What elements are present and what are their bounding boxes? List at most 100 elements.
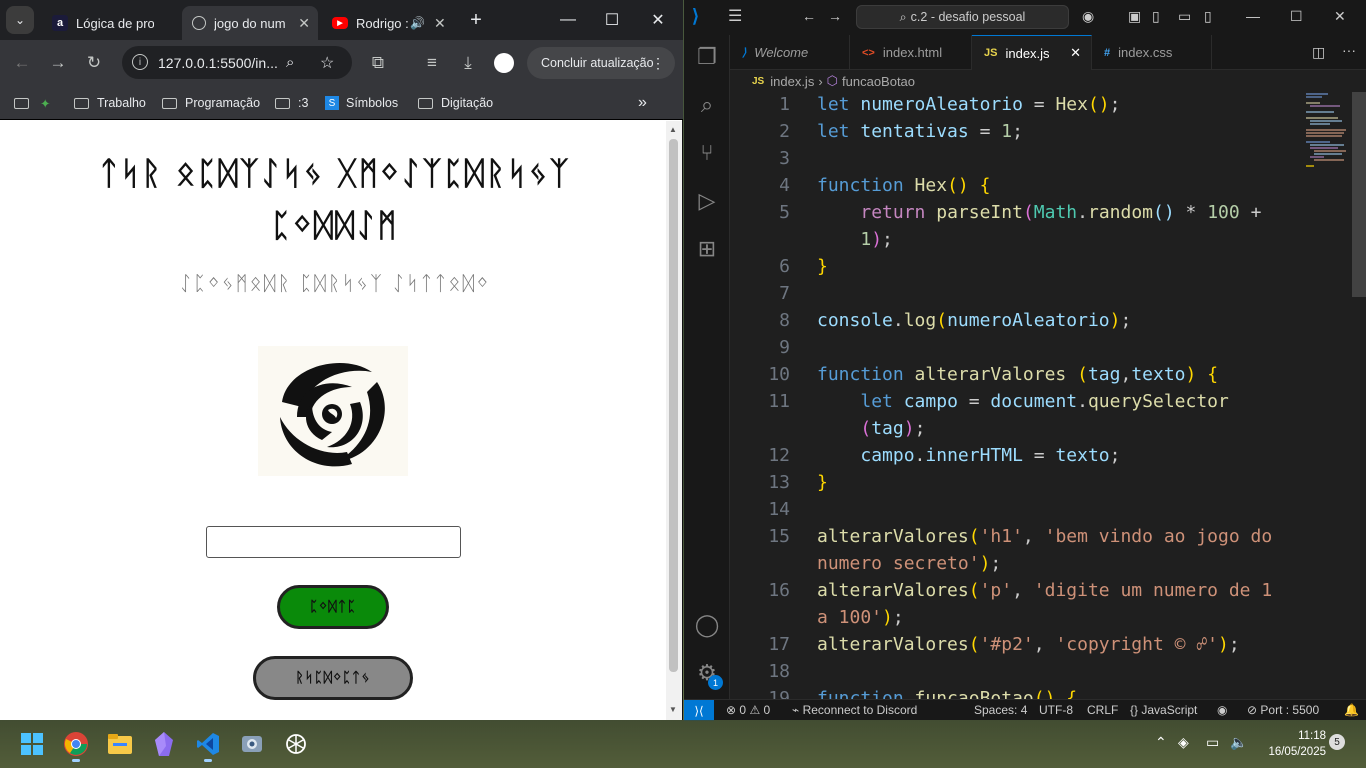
- close-tab-icon[interactable]: ✕: [298, 15, 310, 32]
- minimize-button[interactable]: —: [548, 4, 588, 36]
- port-icon: ⊘: [1247, 703, 1258, 717]
- search-icon[interactable]: ⌕: [693, 91, 721, 119]
- extensions-puzzle-icon[interactable]: ⧉: [364, 49, 392, 77]
- account-icon[interactable]: ◯: [693, 611, 721, 639]
- page-scrollbar[interactable]: ▲ ▼: [666, 121, 682, 720]
- vpn-icon[interactable]: ◈: [1178, 734, 1189, 751]
- close-window-button[interactable]: ✕: [638, 4, 678, 36]
- forward-arrow-icon[interactable]: →: [828, 8, 842, 24]
- update-button[interactable]: Concluir atualização ⋮: [527, 47, 675, 79]
- tab-welcome[interactable]: ⟩ Welcome: [730, 35, 850, 70]
- bookmark-folder-root[interactable]: [14, 93, 37, 113]
- bookmark-programacao[interactable]: Programação: [162, 93, 260, 113]
- chrome-tab-logica[interactable]: a Lógica de pro: [42, 6, 178, 40]
- bookmark-3[interactable]: :3: [275, 93, 308, 113]
- editor-scrollbar[interactable]: [1352, 92, 1366, 699]
- code-editor[interactable]: 1 2 3 4 5 6 7 8 9 10 11 12 13 14 15 16 1…: [730, 92, 1306, 699]
- scroll-down-icon[interactable]: ▼: [669, 705, 677, 714]
- toggle-secondary-sidebar-icon[interactable]: ▯: [1204, 8, 1212, 25]
- tray-chevron-up-icon[interactable]: ⌃: [1155, 734, 1167, 751]
- bookmark-digitacao[interactable]: Digitação: [418, 93, 493, 113]
- back-arrow-icon[interactable]: ←: [802, 8, 816, 24]
- swirl-logo-icon: [258, 346, 408, 476]
- taskbar-chrome[interactable]: [58, 726, 94, 762]
- copilot-status-icon[interactable]: ◉: [1217, 703, 1227, 717]
- eol-status[interactable]: CRLF: [1087, 703, 1118, 717]
- breadcrumb-file[interactable]: index.js: [770, 74, 814, 89]
- reset-button[interactable]: ᚱᛋᛈᛞᛜᛈᛏᛃ: [253, 656, 413, 700]
- tab-index-js[interactable]: JS index.js ✕: [972, 35, 1092, 70]
- command-center-search[interactable]: ⌕ c.2 - desafio pessoal: [856, 5, 1069, 29]
- volume-icon[interactable]: 🔈: [1230, 734, 1247, 751]
- copilot-icon[interactable]: ◉: [1082, 8, 1094, 25]
- encoding-status[interactable]: UTF-8: [1039, 703, 1073, 717]
- scroll-thumb[interactable]: [669, 139, 678, 672]
- discord-status[interactable]: ⌁ Reconnect to Discord: [792, 703, 917, 717]
- start-button[interactable]: [14, 726, 50, 762]
- code-line: a 100');: [817, 607, 904, 628]
- site-info-icon[interactable]: i: [132, 54, 148, 70]
- explorer-icon[interactable]: ❐: [693, 43, 721, 71]
- address-bar[interactable]: i 127.0.0.1:5500/in... ⌕ ☆: [122, 46, 352, 79]
- toggle-panel-icon[interactable]: ▭: [1178, 8, 1191, 25]
- scroll-up-icon[interactable]: ▲: [669, 125, 677, 134]
- back-arrow-icon[interactable]: ←: [8, 49, 36, 77]
- run-debug-icon[interactable]: ▷: [693, 187, 721, 215]
- zoom-icon[interactable]: ⌕: [286, 54, 294, 71]
- obsidian-icon: [155, 732, 173, 756]
- chrome-tab-jogo[interactable]: jogo do num ✕: [182, 6, 318, 40]
- split-editor-icon[interactable]: ◫: [1312, 44, 1325, 61]
- minimize-button[interactable]: —: [1246, 8, 1260, 24]
- more-actions-icon[interactable]: ···: [1342, 42, 1356, 58]
- extensions-icon[interactable]: ⊞: [693, 235, 721, 263]
- reload-icon[interactable]: ↻: [80, 49, 108, 77]
- minimap[interactable]: [1304, 92, 1354, 192]
- taskbar-file-explorer[interactable]: [102, 726, 138, 762]
- notifications-bell-icon[interactable]: 🔔: [1344, 703, 1359, 717]
- close-tab-icon[interactable]: ✕: [1070, 45, 1081, 61]
- network-icon[interactable]: ▭: [1206, 734, 1219, 751]
- problems-indicator[interactable]: ⊗ 0 ⚠ 0: [726, 703, 770, 717]
- maximize-button[interactable]: ☐: [1290, 8, 1303, 25]
- profile-avatar-icon[interactable]: [490, 49, 518, 77]
- tab-index-css[interactable]: # index.css: [1092, 35, 1212, 70]
- breadcrumb-symbol[interactable]: funcaoBotao: [842, 74, 915, 89]
- remote-indicator-icon[interactable]: ⟩⟨: [684, 700, 714, 721]
- bookmark-simbolos[interactable]: S Símbolos: [325, 93, 398, 113]
- notification-badge[interactable]: 5: [1329, 734, 1345, 750]
- new-tab-button[interactable]: +: [456, 4, 496, 36]
- close-window-button[interactable]: ✕: [1334, 8, 1346, 25]
- taskbar-snipping[interactable]: [234, 726, 270, 762]
- live-server-status[interactable]: ⊘ Port : 5500: [1247, 703, 1319, 717]
- language-status[interactable]: {} JavaScript: [1130, 703, 1197, 717]
- bookmark-pin-icon[interactable]: ✦: [40, 93, 50, 113]
- download-icon[interactable]: ⤓: [454, 49, 482, 77]
- maximize-button[interactable]: ☐: [592, 4, 632, 36]
- bookmark-trabalho[interactable]: Trabalho: [74, 93, 146, 113]
- audio-playing-icon[interactable]: 🔊: [410, 16, 425, 30]
- tab-search-button[interactable]: ⌄: [6, 6, 34, 34]
- toggle-sidebar-icon[interactable]: ▯: [1152, 8, 1160, 25]
- editor-scroll-thumb[interactable]: [1352, 92, 1366, 297]
- menu-hamburger-icon[interactable]: ☰: [728, 6, 742, 26]
- taskbar-obsidian[interactable]: [146, 726, 182, 762]
- more-bookmarks-button[interactable]: »: [638, 93, 647, 113]
- guess-input[interactable]: [206, 526, 461, 558]
- taskbar-chatgpt[interactable]: [278, 726, 314, 762]
- layout-icon[interactable]: ▣: [1128, 8, 1141, 25]
- source-control-icon[interactable]: ⑂: [693, 139, 721, 167]
- taskbar: ⌃ ◈ ▭ 🔈 11:18 16/05/2025 5: [0, 720, 1366, 768]
- close-tab-icon[interactable]: ✕: [434, 15, 446, 32]
- chrome-tab-rodrigo[interactable]: ▶ Rodrigo : 🔊 ✕: [322, 6, 458, 40]
- chute-button[interactable]: ᛈᛜᛞᛏᛈ: [277, 585, 389, 629]
- more-vertical-icon[interactable]: ⋮: [651, 55, 665, 72]
- vscode-icon: [197, 733, 219, 755]
- forward-arrow-icon[interactable]: →: [44, 49, 72, 77]
- indentation-status[interactable]: Spaces: 4: [974, 703, 1027, 717]
- star-bookmark-icon[interactable]: ☆: [320, 53, 334, 73]
- tab-index-html[interactable]: <> index.html: [850, 35, 972, 70]
- taskbar-vscode[interactable]: [190, 726, 226, 762]
- media-control-icon[interactable]: ≡: [418, 49, 446, 77]
- tab-title: jogo do num: [214, 15, 286, 31]
- system-clock[interactable]: 11:18 16/05/2025: [1256, 728, 1326, 760]
